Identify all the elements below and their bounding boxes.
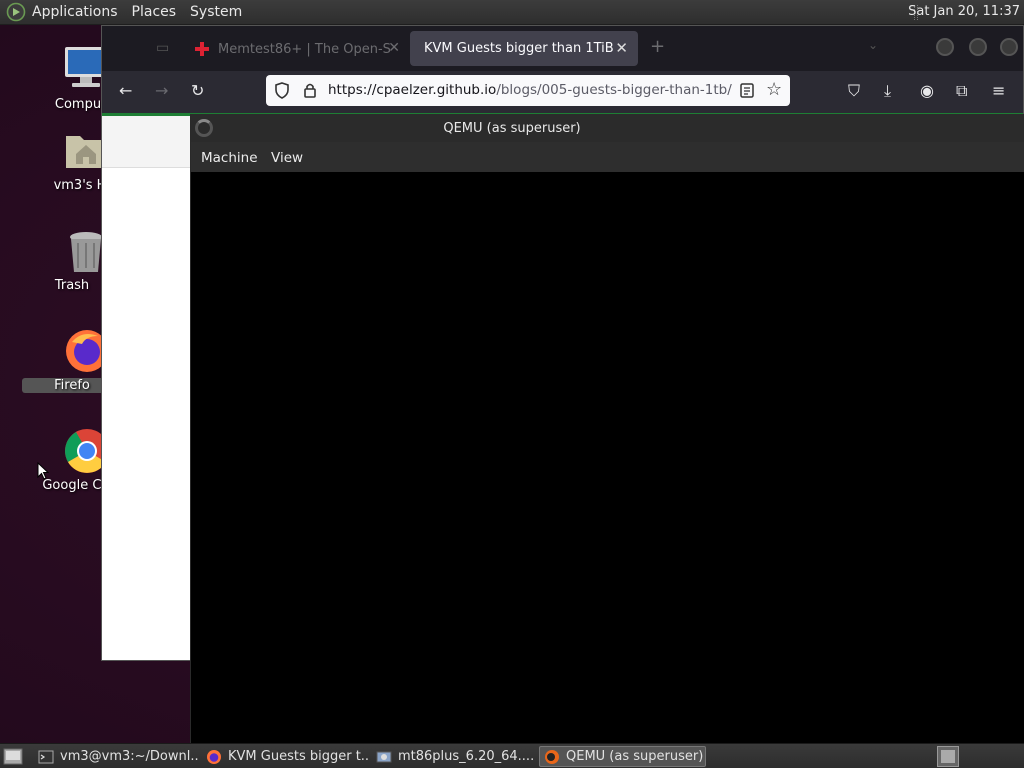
tab-label: KVM Guests bigger than 1TiB (424, 41, 614, 56)
shield-icon[interactable] (274, 82, 290, 99)
taskbar-item-disk-image[interactable]: mt86plus_6.20_64.... (372, 746, 536, 767)
show-desktop-icon[interactable] (3, 748, 23, 765)
task-label: QEMU (as superuser) (566, 749, 704, 764)
reader-view-icon[interactable] (740, 83, 754, 98)
clock[interactable]: Sat Jan 20, 11:37 (908, 4, 1020, 19)
list-tabs-chevron-icon[interactable]: ⌄ (868, 38, 878, 52)
tab-memtest[interactable]: Memtest86+ | The Open-S ✕ (194, 34, 406, 64)
applications-menu[interactable]: Applications (32, 4, 118, 20)
extensions-icon[interactable]: ⧉ (956, 81, 967, 101)
taskbar-item-terminal[interactable]: vm3@vm3:~/Downl... (34, 746, 200, 767)
pocket-icon[interactable]: ⛉ (848, 81, 860, 101)
task-label: vm3@vm3:~/Downl... (60, 749, 200, 764)
tab-kvm-guests[interactable]: KVM Guests bigger than 1TiB ✕ (410, 31, 638, 66)
vm-display[interactable] (191, 172, 1024, 743)
url-path: /blogs/005-guests-bigger-than-1tb/ (496, 82, 732, 98)
system-menu[interactable]: System (190, 4, 242, 20)
task-label: KVM Guests bigger t... (228, 749, 370, 764)
bottom-taskbar: vm3@vm3:~/Downl... KVM Guests bigger t..… (0, 743, 1024, 768)
url-domain: https://cpaelzer.github.io (328, 82, 497, 98)
memtest-favicon-icon (195, 42, 209, 56)
tab-close-icon[interactable]: ✕ (388, 40, 400, 56)
qemu-icon (545, 749, 559, 764)
minimize-button[interactable] (936, 38, 954, 56)
bookmark-star-icon[interactable]: ☆ (766, 79, 782, 100)
window-title: QEMU (as superuser) (443, 121, 581, 136)
trash-icon (70, 232, 102, 272)
tab-close-icon[interactable]: ✕ (615, 39, 628, 57)
tab-label: Memtest86+ | The Open-S (218, 41, 391, 57)
forward-arrow-icon[interactable]: → (155, 81, 168, 100)
distro-logo-icon[interactable] (6, 2, 26, 22)
top-panel: Applications Places System Sat Jan 20, 1… (0, 0, 1024, 25)
download-icon[interactable]: ⤓ (884, 81, 891, 101)
workspace-switcher[interactable] (937, 746, 959, 767)
taskbar-item-firefox[interactable]: KVM Guests bigger t... (202, 746, 370, 767)
task-label: mt86plus_6.20_64.... (398, 749, 535, 764)
disk-image-icon (376, 751, 392, 762)
url-text[interactable]: https://cpaelzer.github.io/blogs/005-gue… (328, 82, 732, 98)
tab-overview-icon[interactable]: ▭ (156, 40, 169, 56)
lock-icon[interactable] (303, 82, 317, 98)
account-icon[interactable]: ◉ (920, 81, 934, 100)
tab-bar: ▭ Memtest86+ | The Open-S ✕ KVM Guests b… (102, 26, 1023, 71)
machine-menu[interactable]: Machine (201, 150, 258, 166)
firefox-icon (207, 749, 221, 764)
terminal-icon (38, 750, 54, 763)
mouse-cursor-icon (37, 462, 49, 480)
reload-icon[interactable]: ↻ (191, 81, 204, 100)
new-tab-button[interactable]: + (650, 36, 665, 57)
url-bar[interactable]: https://cpaelzer.github.io/blogs/005-gue… (266, 75, 790, 106)
qemu-titlebar[interactable]: QEMU (as superuser) (191, 114, 1024, 142)
workspace-1[interactable] (941, 750, 955, 763)
view-menu[interactable]: View (271, 150, 303, 166)
menu-hamburger-icon[interactable]: ≡ (992, 81, 1005, 100)
qemu-menubar: Machine View (191, 142, 1024, 172)
back-arrow-icon[interactable]: ← (119, 81, 132, 100)
navigation-bar: ← → ↻ https://cpaelzer.github.io/blogs/0… (102, 71, 1023, 113)
maximize-button[interactable] (969, 38, 987, 56)
close-window-button[interactable] (1000, 38, 1018, 56)
places-menu[interactable]: Places (132, 4, 177, 20)
taskbar-item-qemu[interactable]: QEMU (as superuser) (539, 746, 706, 767)
qemu-window[interactable]: QEMU (as superuser) Machine View (190, 114, 1024, 743)
